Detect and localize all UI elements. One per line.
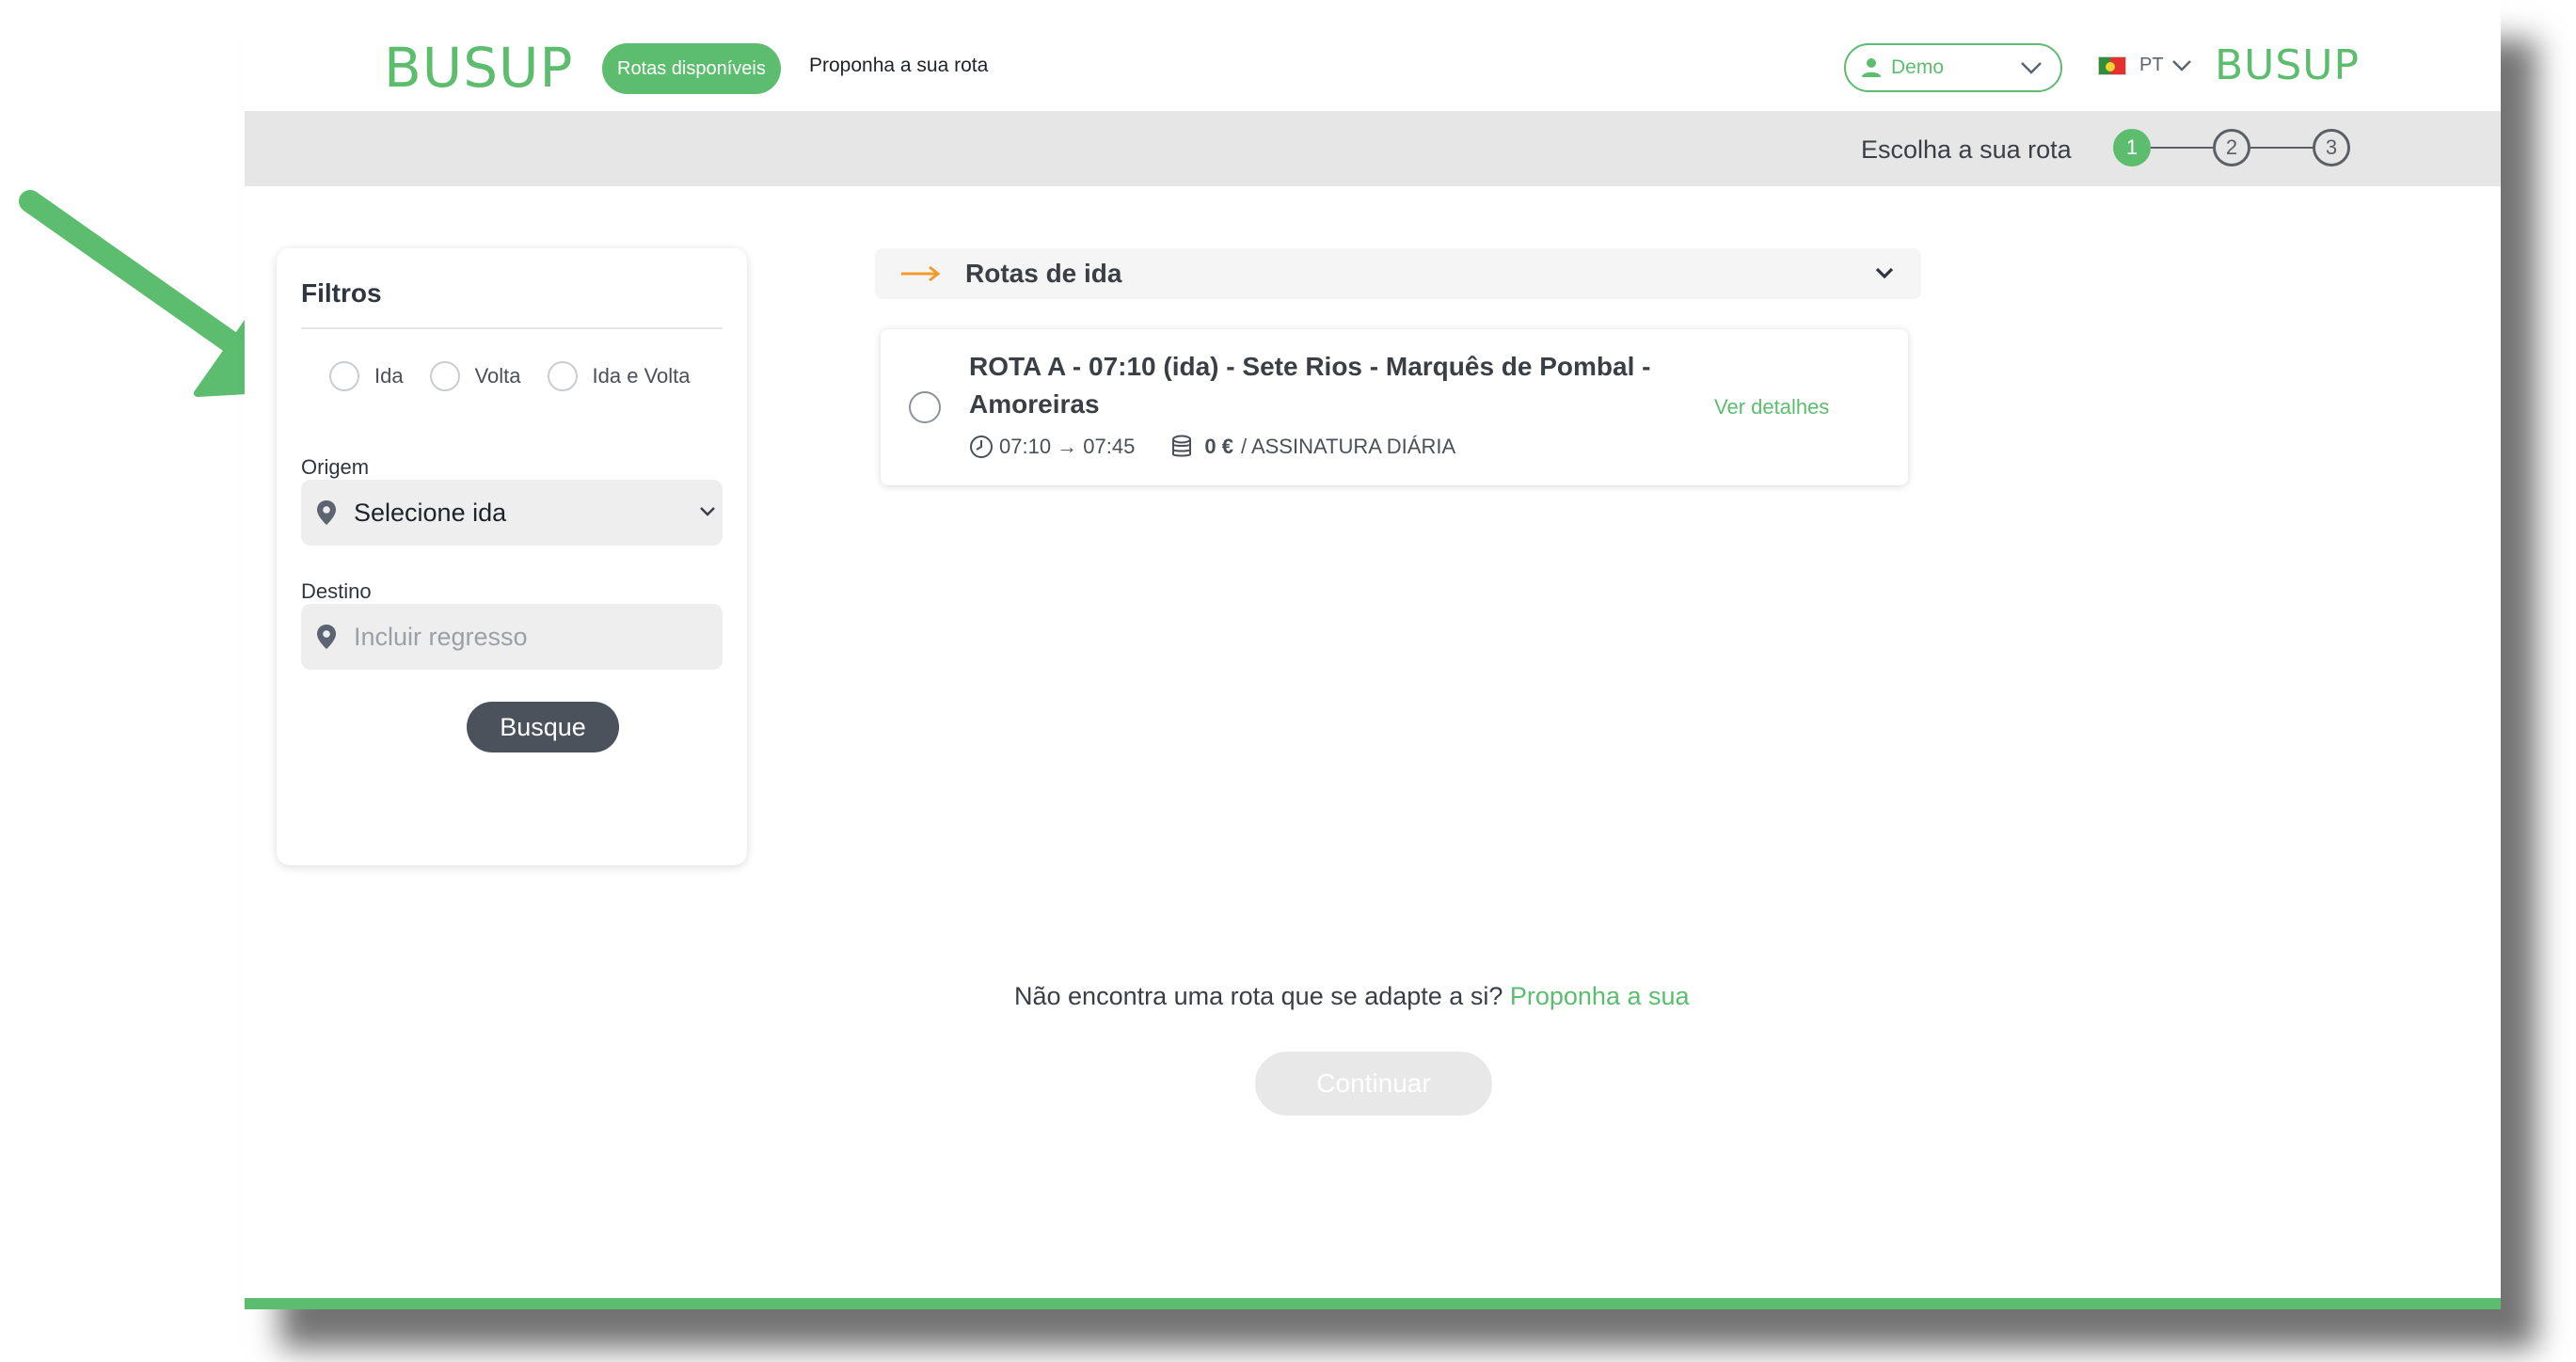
destination-input[interactable]: Incluir regresso bbox=[301, 604, 723, 670]
outbound-routes-header[interactable]: Rotas de ida bbox=[875, 248, 1921, 299]
route-card[interactable]: ROTA A - 07:10 (ida) - Sete Rios - Marqu… bbox=[881, 329, 1908, 485]
step-connector bbox=[2250, 147, 2313, 149]
user-icon bbox=[1862, 58, 1881, 77]
filters-card: Filtros Ida Volta Ida e Volta Origem Sel… bbox=[277, 248, 747, 865]
step-connector bbox=[2151, 147, 2213, 149]
radio-ida[interactable] bbox=[329, 361, 359, 391]
continue-button[interactable]: Continuar bbox=[1255, 1052, 1492, 1116]
route-meta: 07:10 → 07:45 0 € / ASSINATURA DIÁRIA bbox=[969, 435, 1455, 459]
clock-icon bbox=[970, 436, 993, 458]
arrow-right-icon bbox=[901, 265, 941, 282]
propose-route-link[interactable]: Proponha a sua bbox=[1510, 982, 1690, 1010]
nav-propose-route[interactable]: Proponha a sua rota bbox=[809, 55, 988, 77]
location-pin-icon bbox=[317, 500, 336, 525]
step-1: 1 bbox=[2113, 129, 2151, 166]
app-window: BUSUP Rotas disponíveis Proponha a sua r… bbox=[245, 0, 2501, 1309]
step-3: 3 bbox=[2313, 129, 2350, 166]
user-name: Demo bbox=[1891, 56, 1945, 78]
view-details-link[interactable]: Ver detalhes bbox=[1714, 395, 1829, 420]
radio-label: Ida bbox=[374, 364, 404, 388]
busup-logo[interactable]: BUSUP bbox=[384, 36, 574, 100]
destination-placeholder: Incluir regresso bbox=[354, 622, 528, 651]
location-pin-icon bbox=[317, 625, 336, 649]
busup-logo-right: BUSUP bbox=[2214, 41, 2360, 89]
nav-available-routes[interactable]: Rotas disponíveis bbox=[602, 43, 781, 94]
trip-type-volta[interactable]: Volta bbox=[429, 361, 521, 391]
trip-type-ida-e-volta[interactable]: Ida e Volta bbox=[547, 361, 691, 391]
origin-value: Selecione ida bbox=[354, 498, 507, 527]
destination-label: Destino bbox=[301, 579, 372, 603]
coins-icon bbox=[1172, 435, 1192, 457]
step-2: 2 bbox=[2213, 129, 2250, 166]
routes-section-title: Rotas de ida bbox=[965, 259, 1122, 288]
chevron-down-icon bbox=[2171, 59, 2191, 71]
stepper-bar: Escolha a sua rota 1 2 3 bbox=[245, 111, 2501, 186]
route-time: 07:10 → 07:45 bbox=[999, 435, 1136, 458]
filters-title: Filtros bbox=[301, 278, 382, 308]
chevron-down-icon bbox=[2021, 62, 2042, 74]
top-header: BUSUP Rotas disponíveis Proponha a sua r… bbox=[245, 0, 2501, 111]
chevron-down-icon bbox=[1875, 267, 1894, 279]
route-title: ROTA A - 07:10 (ida) - Sete Rios - Marqu… bbox=[969, 352, 1651, 419]
portugal-flag-icon bbox=[2098, 55, 2126, 75]
origin-select[interactable]: Selecione ida bbox=[301, 480, 723, 546]
search-button[interactable]: Busque bbox=[467, 702, 619, 752]
origin-label: Origem bbox=[301, 455, 370, 479]
prompt-text: Não encontra uma rota que se adapte a si… bbox=[1014, 982, 1503, 1010]
stepper-label: Escolha a sua rota bbox=[1861, 135, 2072, 164]
divider bbox=[301, 327, 723, 329]
language-code: PT bbox=[2139, 55, 2164, 75]
radio-label: Volta bbox=[474, 364, 521, 388]
user-dropdown[interactable]: Demo bbox=[1844, 43, 2062, 92]
trip-type-ida[interactable]: Ida bbox=[329, 361, 404, 391]
route-price: 0 € bbox=[1204, 435, 1233, 458]
propose-route-prompt: Não encontra uma rota que se adapte a si… bbox=[1014, 982, 1690, 1011]
radio-label: Ida e Volta bbox=[592, 364, 691, 388]
bottom-accent-bar bbox=[245, 1298, 2501, 1309]
route-price-suffix: / ASSINATURA DIÁRIA bbox=[1240, 435, 1456, 458]
stepper: 1 2 3 bbox=[2113, 129, 2350, 166]
chevron-down-icon bbox=[700, 507, 715, 516]
route-radio[interactable] bbox=[909, 391, 941, 423]
trip-type-radio-group: Ida Volta Ida e Volta bbox=[329, 361, 717, 391]
language-selector[interactable]: PT bbox=[2098, 55, 2192, 76]
radio-volta[interactable] bbox=[429, 361, 460, 391]
radio-ida-e-volta[interactable] bbox=[547, 361, 578, 391]
